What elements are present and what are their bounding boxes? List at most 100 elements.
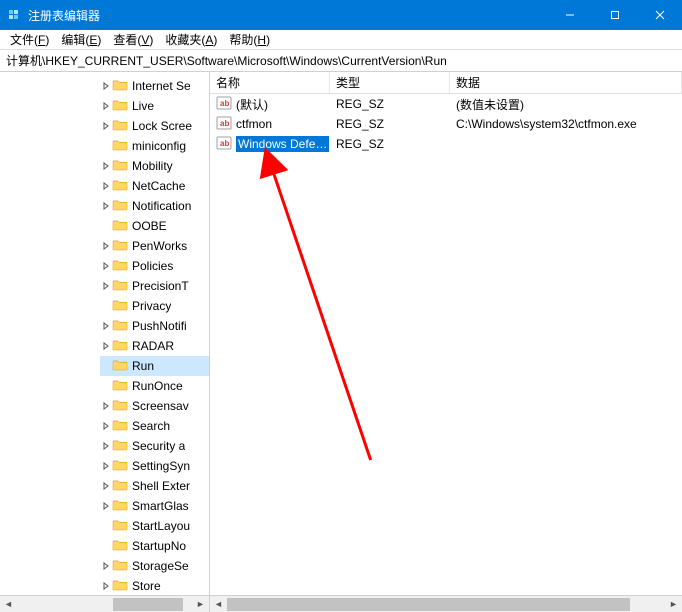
window-title: 注册表编辑器 bbox=[28, 7, 547, 24]
tree-node[interactable]: SmartGlas bbox=[100, 496, 209, 516]
tree-node[interactable]: Search bbox=[100, 416, 209, 436]
address-text: 计算机\HKEY_CURRENT_USER\Software\Microsoft… bbox=[6, 52, 447, 69]
folder-icon bbox=[112, 178, 132, 195]
expand-icon[interactable] bbox=[100, 122, 112, 130]
tree-node[interactable]: Mobility bbox=[100, 156, 209, 176]
tree-node[interactable]: SettingSyn bbox=[100, 456, 209, 476]
tree-node[interactable]: RADAR bbox=[100, 336, 209, 356]
column-header-type[interactable]: 类型 bbox=[330, 72, 450, 93]
expand-icon[interactable] bbox=[100, 282, 112, 290]
tree-node[interactable]: Privacy bbox=[100, 296, 209, 316]
folder-icon bbox=[112, 118, 132, 135]
expand-icon[interactable] bbox=[100, 342, 112, 350]
expand-icon[interactable] bbox=[100, 262, 112, 270]
cell-name: abctfmon bbox=[210, 116, 330, 133]
tree-node[interactable]: Shell Exter bbox=[100, 476, 209, 496]
tree-node[interactable]: Internet Se bbox=[100, 76, 209, 96]
tree-node-label: Store bbox=[132, 579, 161, 593]
expand-icon[interactable] bbox=[100, 242, 112, 250]
expand-icon[interactable] bbox=[100, 102, 112, 110]
menu-item[interactable]: 收藏夹(A) bbox=[159, 29, 223, 50]
expand-icon[interactable] bbox=[100, 402, 112, 410]
expand-icon[interactable] bbox=[100, 322, 112, 330]
tree-scroll[interactable]: Internet SeLive Lock Scree miniconfig Mobil… bbox=[0, 72, 209, 595]
expand-icon[interactable] bbox=[100, 82, 112, 90]
tree-node[interactable]: OOBE bbox=[100, 216, 209, 236]
address-bar[interactable]: 计算机\HKEY_CURRENT_USER\Software\Microsoft… bbox=[0, 50, 682, 72]
tree-pane: Internet SeLive Lock Scree miniconfig Mobil… bbox=[0, 72, 210, 612]
tree-node[interactable]: PushNotifi bbox=[100, 316, 209, 336]
tree-node[interactable]: StorageSe bbox=[100, 556, 209, 576]
tree-node-label: Policies bbox=[132, 259, 173, 273]
menu-item[interactable]: 文件(F) bbox=[4, 29, 55, 50]
folder-icon bbox=[112, 258, 132, 275]
expand-icon[interactable] bbox=[100, 162, 112, 170]
menu-item[interactable]: 查看(V) bbox=[107, 29, 159, 50]
menu-item[interactable]: 帮助(H) bbox=[223, 29, 276, 50]
tree-node[interactable]: StartLayou bbox=[100, 516, 209, 536]
expand-icon[interactable] bbox=[100, 582, 112, 590]
folder-icon bbox=[112, 538, 132, 555]
scroll-right-icon[interactable]: ► bbox=[192, 596, 209, 612]
tree-horizontal-scrollbar[interactable]: ◄ ► bbox=[0, 595, 209, 612]
tree-node[interactable]: Lock Scree bbox=[100, 116, 209, 136]
tree-node[interactable]: NetCache bbox=[100, 176, 209, 196]
tree-node[interactable]: RunOnce bbox=[100, 376, 209, 396]
column-header-data[interactable]: 数据 bbox=[450, 72, 682, 93]
close-button[interactable] bbox=[637, 0, 682, 30]
minimize-button[interactable] bbox=[547, 0, 592, 30]
tree-node[interactable]: Policies bbox=[100, 256, 209, 276]
tree-node[interactable]: StartupNo bbox=[100, 536, 209, 556]
list-row[interactable]: abctfmonREG_SZC:\Windows\system32\ctfmon… bbox=[210, 114, 682, 134]
folder-icon bbox=[112, 478, 132, 495]
list-row[interactable]: abWindows Defe…REG_SZ bbox=[210, 134, 682, 154]
expand-icon[interactable] bbox=[100, 182, 112, 190]
expand-icon[interactable] bbox=[100, 442, 112, 450]
expand-icon[interactable] bbox=[100, 202, 112, 210]
folder-icon bbox=[112, 498, 132, 515]
expand-icon[interactable] bbox=[100, 502, 112, 510]
folder-icon bbox=[112, 198, 132, 215]
expand-icon[interactable] bbox=[100, 422, 112, 430]
folder-icon bbox=[112, 558, 132, 575]
cell-type: REG_SZ bbox=[330, 97, 450, 111]
maximize-button[interactable] bbox=[592, 0, 637, 30]
scroll-left-icon[interactable]: ◄ bbox=[0, 596, 17, 612]
folder-icon bbox=[112, 418, 132, 435]
tree-node[interactable]: miniconfig bbox=[100, 136, 209, 156]
scroll-left-icon[interactable]: ◄ bbox=[210, 596, 227, 612]
tree-node-label: Mobility bbox=[132, 159, 173, 173]
tree-node[interactable]: Live bbox=[100, 96, 209, 116]
tree-node-label: Lock Scree bbox=[132, 119, 192, 133]
folder-icon bbox=[112, 78, 132, 95]
expand-icon[interactable] bbox=[100, 482, 112, 490]
cell-data: C:\Windows\system32\ctfmon.exe bbox=[450, 117, 682, 131]
tree-node-label: PenWorks bbox=[132, 239, 187, 253]
cell-name: abWindows Defe… bbox=[210, 136, 330, 153]
tree-node-label: Run bbox=[132, 359, 154, 373]
annotation-arrow bbox=[210, 94, 682, 595]
tree-node[interactable]: Notification bbox=[100, 196, 209, 216]
expand-icon[interactable] bbox=[100, 562, 112, 570]
column-header-name[interactable]: 名称 bbox=[210, 72, 330, 93]
cell-name: ab(默认) bbox=[210, 96, 330, 113]
tree-node[interactable]: Screensav bbox=[100, 396, 209, 416]
svg-text:ab: ab bbox=[220, 139, 229, 148]
list-row[interactable]: ab(默认)REG_SZ(数值未设置) bbox=[210, 94, 682, 114]
folder-icon bbox=[112, 298, 132, 315]
menu-item[interactable]: 编辑(E) bbox=[55, 29, 107, 50]
tree-node-label: NetCache bbox=[132, 179, 185, 193]
svg-text:ab: ab bbox=[220, 119, 229, 128]
tree-node[interactable]: Run bbox=[100, 356, 209, 376]
tree-node[interactable]: Security a bbox=[100, 436, 209, 456]
tree-node[interactable]: Store bbox=[100, 576, 209, 595]
list-horizontal-scrollbar[interactable]: ◄ ► bbox=[210, 595, 682, 612]
tree-node-label: SmartGlas bbox=[132, 499, 189, 513]
values-list[interactable]: ab(默认)REG_SZ(数值未设置)abctfmonREG_SZC:\Wind… bbox=[210, 94, 682, 595]
expand-icon[interactable] bbox=[100, 462, 112, 470]
value-name: (默认) bbox=[236, 96, 268, 113]
tree-node[interactable]: PrecisionT bbox=[100, 276, 209, 296]
tree-node-label: RADAR bbox=[132, 339, 174, 353]
tree-node[interactable]: PenWorks bbox=[100, 236, 209, 256]
scroll-right-icon[interactable]: ► bbox=[665, 596, 682, 612]
